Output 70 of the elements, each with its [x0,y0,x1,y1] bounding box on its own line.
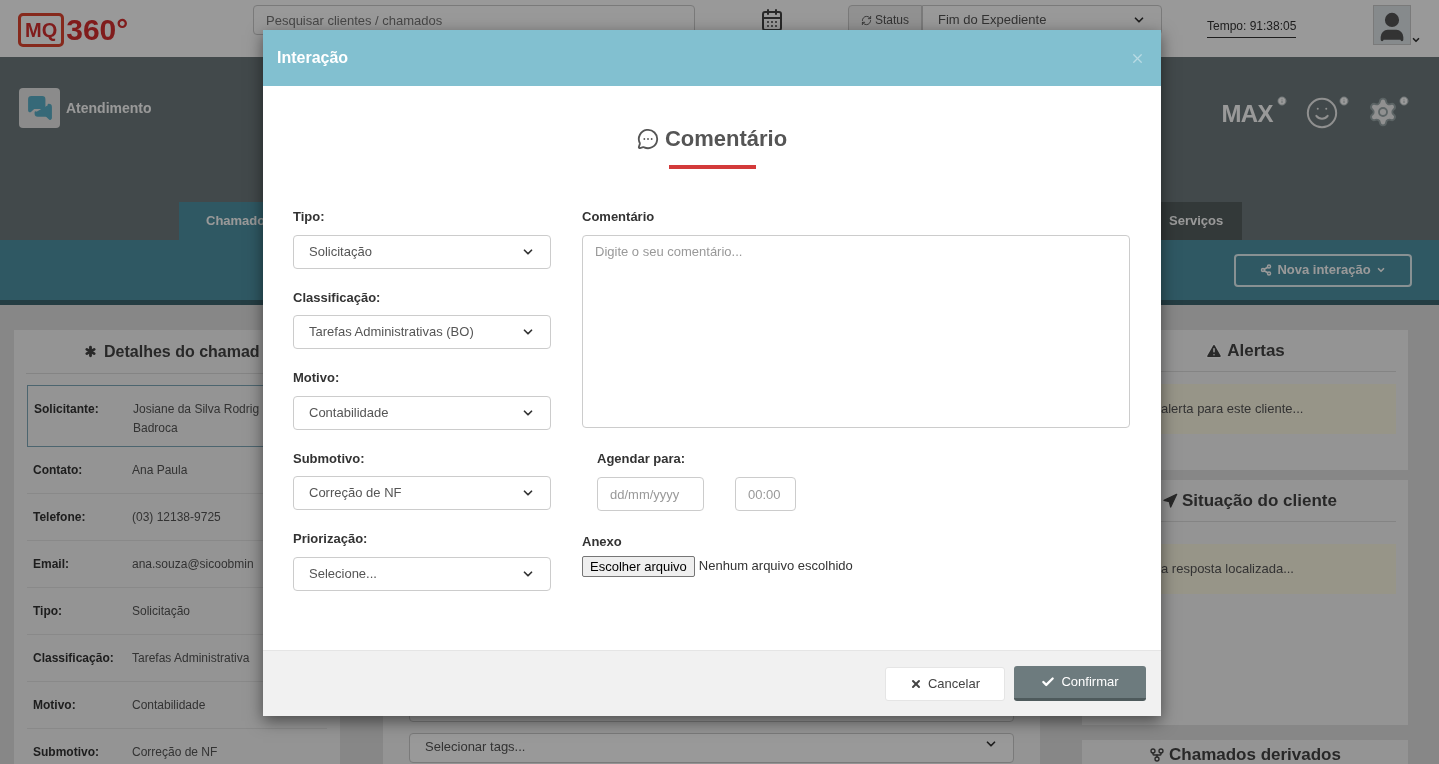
field-label: Priorização: [293,530,369,548]
cancel-button[interactable]: Cancelar [885,666,1005,701]
detail-value: (03) 12138-9725 [132,508,221,526]
dialog-title: Interação [277,48,349,68]
section-title: Atendimento [66,98,152,118]
detail-value: Tarefas Administrativa [132,649,250,667]
select-field[interactable]: Selecione... [293,556,551,591]
detail-value: Correção de NF [132,743,218,761]
select-field[interactable]: Selecionar tags... [409,733,1014,763]
confirm-button[interactable]: Confirmar [1014,666,1146,701]
timer-text: Tempo: 91:38:05 [1207,17,1297,38]
notice-text: alerta para este cliente... [1161,400,1304,419]
notice-text: a resposta localizada... [1161,560,1294,579]
share-icon [1260,264,1273,276]
refresh-icon [861,14,872,26]
smiley-icon[interactable] [1305,96,1339,130]
navigation-arrow-icon [1162,492,1178,509]
date-field[interactable]: dd/mm/yyyy [597,477,704,511]
detail-value: Contabilidade [132,696,206,714]
select-field[interactable]: Contabilidade [293,395,551,430]
detail-label: Telefone: [33,509,87,526]
detail-label: Tipo: [33,603,64,620]
field-label: Submotivo: [293,449,366,468]
field-label: Tipo: [293,208,326,226]
detail-label: Motivo: [33,697,77,714]
dialog-heading: Comentário [664,125,788,153]
caret-icon[interactable] [1411,35,1421,45]
detail-label: Classificação: [33,650,115,667]
card-title: Chamados derivados [1169,743,1341,764]
select-field[interactable]: Tarefas Administrativas (BO) [293,315,551,349]
select-field[interactable]: Solicitação [293,234,551,269]
field-label: Comentário [582,208,656,226]
field-label: Agendar para: [597,449,687,468]
detail-value: Josiane da Silva Rodrig [133,401,260,418]
select-field[interactable]: Correção de NF [293,476,551,510]
info-icon[interactable] [1399,96,1409,106]
detail-label: Submotivo: [33,744,100,761]
detail-label: Contato: [33,462,84,479]
detail-value: ana.souza@sicoobmin [132,555,254,573]
detail-value: Badroca [133,420,179,437]
chat-icon [19,88,60,128]
detail-label: Email: [33,556,70,573]
card-title: Situação do cliente [1182,489,1337,512]
max-label: MAX [1221,99,1273,129]
logo-mark: MQ [18,12,65,47]
time-field[interactable]: 00:00 [735,477,796,511]
calendar-icon[interactable] [760,8,784,32]
x-icon [910,677,922,690]
choose-file-button[interactable]: Escolher arquivo [582,555,695,577]
info-icon[interactable] [1277,96,1287,106]
card-title: Alertas [1227,339,1285,362]
field-label: Anexo [582,533,623,551]
logo-number: 360° [66,12,129,48]
fork-icon [1149,746,1165,763]
avatar[interactable] [1373,5,1411,45]
check-icon [1041,675,1056,689]
card-title: Detalhes do chamad [104,341,260,362]
caret-icon [1375,265,1386,275]
comment-icon [636,127,659,150]
field-label: Motivo: [293,369,341,387]
gear-icon[interactable] [1367,96,1399,128]
file-status: Nenhum arquivo escolhido [698,557,853,576]
detail-value: Ana Paula [132,461,188,479]
field-label: Classificação: [293,288,382,307]
detail-label: Solicitante: [34,401,100,418]
search-field[interactable]: Pesquisar clientes / chamados [253,5,695,35]
asterisk-icon [82,343,99,360]
info-icon[interactable] [1339,96,1349,106]
comment-field[interactable]: Digite o seu comentário... [582,234,1130,428]
detail-value: Solicitação [132,602,191,620]
